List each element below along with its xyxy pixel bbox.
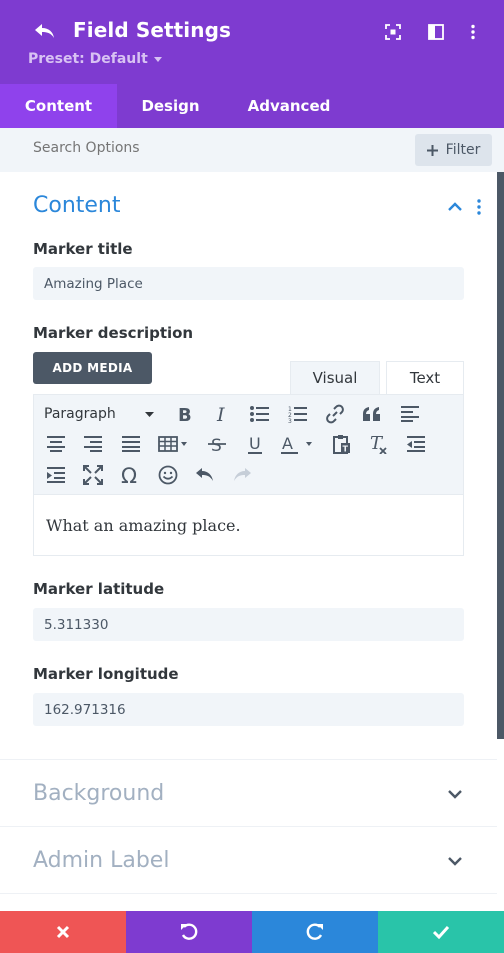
svg-text:Ω: Ω	[121, 465, 137, 485]
redo-button[interactable]	[252, 911, 378, 953]
add-media-button[interactable]: ADD MEDIA	[33, 352, 152, 384]
check-icon	[433, 925, 449, 939]
clear-formatting-icon[interactable]: T	[365, 430, 393, 458]
divider	[0, 759, 497, 760]
chevron-up-icon[interactable]	[446, 198, 464, 216]
close-icon	[56, 925, 70, 939]
link-icon[interactable]	[321, 400, 349, 428]
search-options-input[interactable]	[33, 140, 333, 156]
preset-dropdown[interactable]: Preset: Default	[28, 51, 162, 67]
settings-tabs: Content Design Advanced	[0, 84, 504, 128]
bold-icon[interactable]: B	[171, 400, 199, 428]
outdent-icon[interactable]	[402, 430, 430, 458]
filter-label: Filter	[445, 142, 481, 158]
admin-label-section-title[interactable]: Admin Label	[33, 848, 169, 873]
format-select[interactable]: Paragraph	[44, 401, 160, 427]
marker-title-label: Marker title	[33, 240, 133, 258]
divider	[0, 893, 497, 894]
content-section-title[interactable]: Content	[33, 193, 121, 218]
settings-header: Field Settings Preset: Default	[0, 0, 504, 84]
blockquote-icon[interactable]	[358, 400, 386, 428]
caret-down-icon	[145, 411, 154, 417]
chevron-down-icon[interactable]	[446, 785, 464, 803]
focus-icon[interactable]	[382, 21, 404, 43]
table-icon[interactable]	[154, 430, 194, 458]
redo-icon[interactable]	[228, 461, 256, 489]
svg-text:T: T	[343, 445, 349, 454]
marker-title-input[interactable]: Amazing Place	[33, 267, 464, 300]
description-text: What an amazing place.	[46, 515, 241, 535]
save-button[interactable]	[378, 911, 504, 953]
marker-longitude-label: Marker longitude	[33, 665, 179, 683]
format-select-value: Paragraph	[44, 406, 116, 422]
svg-text:B: B	[178, 405, 192, 423]
align-justify-icon[interactable]	[117, 430, 145, 458]
svg-text:3: 3	[288, 418, 292, 423]
panel-title: Field Settings	[73, 18, 232, 42]
scrollbar[interactable]	[497, 172, 504, 739]
tab-advanced[interactable]: Advanced	[224, 84, 354, 128]
editor-toolbar: Paragraph B I 123 S U A T T Ω	[33, 394, 464, 494]
marker-latitude-label: Marker latitude	[33, 580, 165, 598]
tab-visual[interactable]: Visual	[290, 361, 380, 394]
svg-text:S: S	[211, 436, 222, 454]
underline-icon[interactable]: U	[241, 430, 269, 458]
undo-icon[interactable]	[191, 461, 219, 489]
search-bar: Filter	[0, 128, 504, 172]
redo-icon	[306, 923, 323, 940]
section-more-icon[interactable]	[474, 198, 484, 216]
svg-text:I: I	[216, 405, 225, 423]
plus-icon	[426, 144, 438, 156]
svg-text:U: U	[249, 434, 261, 453]
layout-icon[interactable]	[425, 21, 447, 43]
description-editor[interactable]: What an amazing place.	[33, 494, 464, 556]
align-left-icon[interactable]	[396, 400, 424, 428]
align-center-icon[interactable]	[42, 430, 70, 458]
tab-text[interactable]: Text	[386, 361, 464, 394]
marker-description-label: Marker description	[33, 324, 194, 342]
more-vertical-icon[interactable]	[462, 21, 484, 43]
strikethrough-icon[interactable]: S	[203, 430, 231, 458]
undo-button[interactable]	[126, 911, 252, 953]
special-character-icon[interactable]: Ω	[117, 461, 145, 489]
tab-design[interactable]: Design	[117, 84, 224, 128]
caret-down-icon	[153, 56, 162, 62]
bullet-list-icon[interactable]	[246, 400, 274, 428]
background-section-title[interactable]: Background	[33, 781, 164, 806]
footer-actions	[0, 911, 504, 953]
undo-icon	[181, 923, 198, 940]
divider	[0, 826, 497, 827]
filter-button[interactable]: Filter	[415, 134, 492, 166]
indent-icon[interactable]	[42, 461, 70, 489]
align-right-icon[interactable]	[79, 430, 107, 458]
marker-latitude-input[interactable]: 5.311330	[33, 608, 464, 641]
back-arrow-icon[interactable]	[32, 20, 58, 44]
tab-content[interactable]: Content	[0, 84, 117, 128]
numbered-list-icon[interactable]: 123	[284, 400, 312, 428]
marker-longitude-input[interactable]: 162.971316	[33, 693, 464, 726]
svg-text:A: A	[282, 434, 293, 453]
fullscreen-icon[interactable]	[79, 461, 107, 489]
paste-text-icon[interactable]: T	[328, 430, 356, 458]
emoji-icon[interactable]	[154, 461, 182, 489]
discard-button[interactable]	[0, 911, 126, 953]
italic-icon[interactable]: I	[209, 400, 237, 428]
text-color-icon[interactable]: A	[277, 430, 319, 458]
preset-label: Preset: Default	[28, 51, 148, 67]
chevron-down-icon[interactable]	[446, 852, 464, 870]
